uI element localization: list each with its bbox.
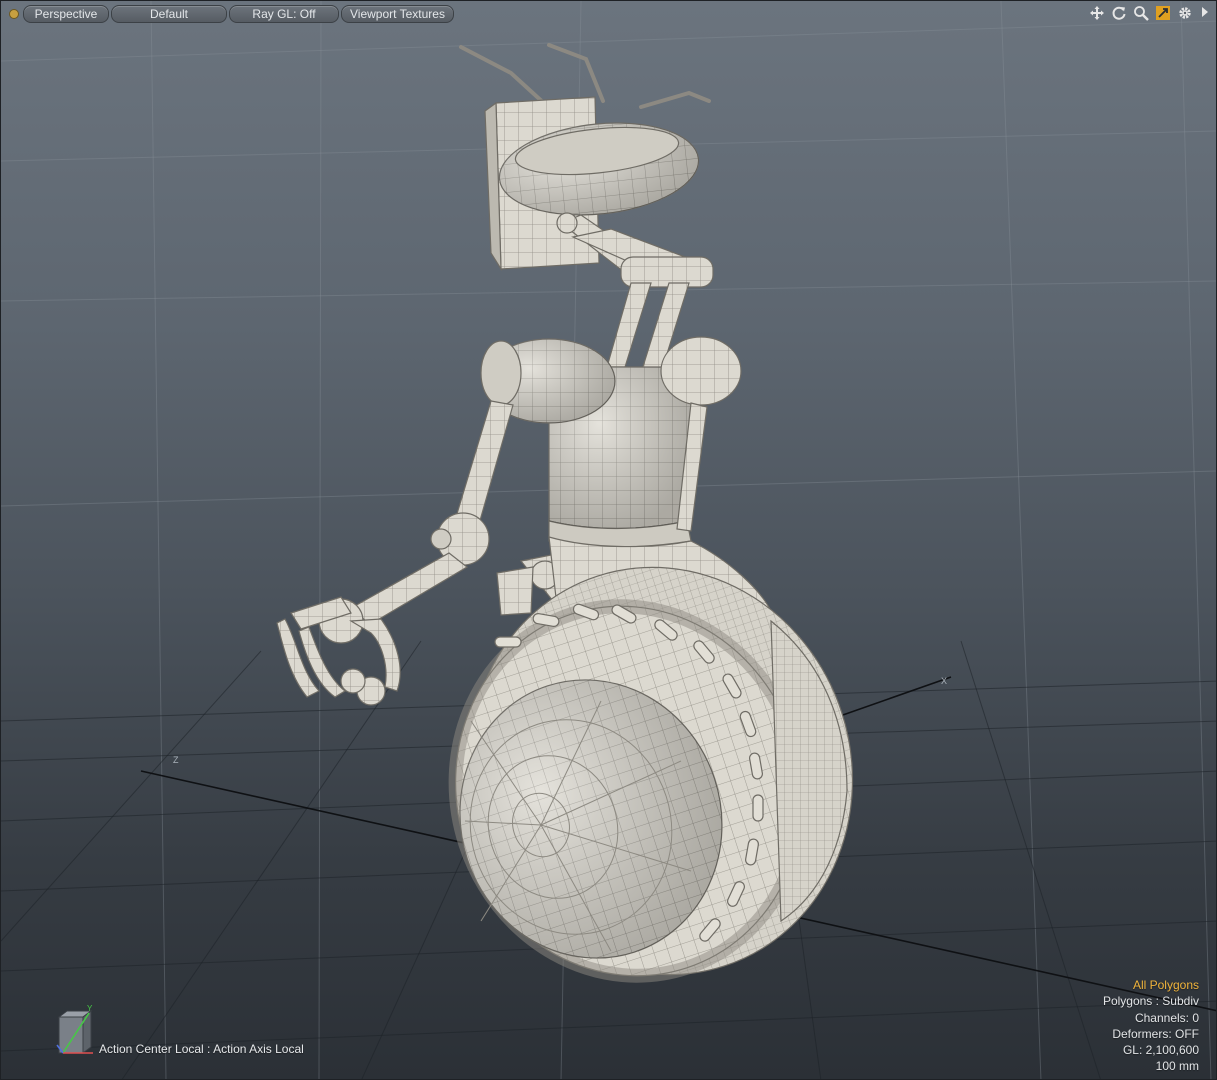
viewport-nav-icons xyxy=(1088,4,1194,22)
robot-left-arm xyxy=(276,400,514,706)
viewport-textures-button[interactable]: Viewport Textures xyxy=(341,5,454,23)
widget-y-label: Y xyxy=(87,1004,93,1013)
axis-x-label: X xyxy=(941,676,947,686)
grid-unit-info: 100 mm xyxy=(1155,1059,1199,1074)
robot-wheel xyxy=(448,566,854,983)
zoom-view-icon[interactable] xyxy=(1132,4,1150,22)
settings-gear-icon[interactable] xyxy=(1176,4,1194,22)
channels-info: Channels: 0 xyxy=(1134,1010,1199,1025)
view-mode-button[interactable]: Perspective xyxy=(23,5,109,23)
axis-z-label: Z xyxy=(173,755,179,765)
expand-arrow-icon[interactable] xyxy=(1202,7,1208,17)
selection-mode-label[interactable]: All Polygons xyxy=(1103,977,1199,993)
move-view-icon[interactable] xyxy=(1088,4,1106,22)
robot-model xyxy=(276,43,854,983)
scene-canvas[interactable]: X Z xyxy=(1,1,1217,1080)
ray-gl-button[interactable]: Ray GL: Off xyxy=(229,5,339,23)
3d-viewport[interactable]: Perspective Default Ray GL: Off Viewport… xyxy=(0,0,1217,1080)
action-center-status: Action Center Local : Action Axis Local xyxy=(99,1042,304,1056)
deformers-info: Deformers: OFF xyxy=(1112,1026,1199,1041)
viewport-menu-dot[interactable] xyxy=(9,9,19,19)
axis-orientation-widget: Y xyxy=(56,1004,93,1054)
shading-mode-button[interactable]: Default xyxy=(111,5,227,23)
polygons-info: Polygons : Subdiv xyxy=(1102,994,1199,1009)
rotate-view-icon[interactable] xyxy=(1110,4,1128,22)
gl-count-info: GL: 2,100,600 xyxy=(1122,1043,1199,1058)
maximize-view-icon[interactable] xyxy=(1154,4,1172,22)
viewport-toolbar: Perspective Default Ray GL: Off Viewport… xyxy=(1,1,1216,25)
viewport-info-overlay: All Polygons Polygons : Subdiv Channels:… xyxy=(1103,977,1199,1075)
